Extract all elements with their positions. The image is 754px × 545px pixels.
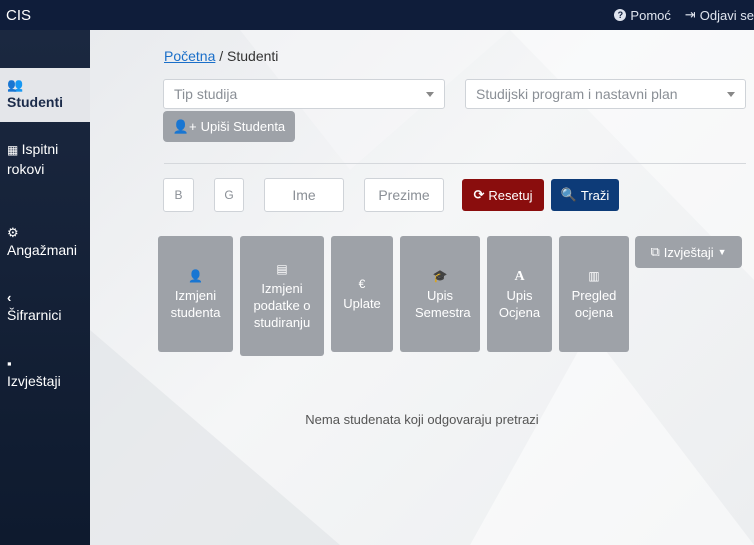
breadcrumb-separator: / <box>219 48 224 64</box>
main-content: Početna / Studenti Tip studija Studijski… <box>90 30 754 545</box>
program-select[interactable]: Studijski program i nastavni plan <box>465 79 746 109</box>
reset-button[interactable]: ⟳ Resetuj <box>462 179 544 211</box>
payments-label: Uplate <box>343 296 381 311</box>
user-icon: 👤 <box>188 268 203 283</box>
euro-icon: € <box>358 277 366 291</box>
copy-icon: ⧉ <box>650 244 660 259</box>
change-study-data-button[interactable]: ▤ Izmjeni podatke o studiranju <box>240 236 324 356</box>
app-brand: CIS <box>6 6 32 24</box>
sidebar-item-label: Angažmani <box>7 242 78 258</box>
logout-label: Odjavi se <box>699 7 754 23</box>
search-button[interactable]: 🔍 Traži <box>551 179 619 211</box>
sidebar-item-ispitni-rokovi[interactable]: ▦ Ispitni rokovi <box>0 140 88 179</box>
reset-label: Resetuj <box>488 187 533 203</box>
divider <box>164 163 746 164</box>
sidebar-item-label: Studenti <box>7 94 63 110</box>
reports-dropdown-button[interactable]: ⧉ Izvještaji ▼ <box>635 236 742 268</box>
payments-button[interactable]: € Uplate <box>331 236 393 352</box>
study-type-placeholder: Tip studija <box>174 86 238 102</box>
logout-link[interactable]: ⇥ Odjavi se <box>685 7 754 23</box>
font-icon: A <box>514 268 525 284</box>
reports-label: Izvještaji <box>663 244 714 260</box>
sidebar-item-label: Šifrarnici <box>7 307 62 323</box>
last-name-placeholder: Prezime <box>378 187 430 203</box>
last-name-input[interactable]: Prezime <box>364 178 444 212</box>
question-circle-icon: ? <box>614 9 627 21</box>
breadcrumb: Početna / Studenti <box>164 48 278 64</box>
chevron-down-icon <box>727 92 735 97</box>
breadcrumb-home-link[interactable]: Početna <box>164 48 215 64</box>
review-grades-button[interactable]: ▥ Pregled ocjena <box>559 236 629 352</box>
first-name-input[interactable]: Ime <box>264 178 344 212</box>
graduation-cap-icon: 🎓 <box>432 268 448 283</box>
review-grades-label: Pregled ocjena <box>571 287 617 320</box>
user-plus-icon: 👤+ <box>172 118 197 134</box>
breadcrumb-current: Studenti <box>227 48 279 64</box>
file-text-icon: ▥ <box>588 268 600 283</box>
caret-down-icon: ▼ <box>717 247 727 257</box>
sidebar-item-angazmani[interactable]: ⚙ Angažmani <box>0 225 90 260</box>
study-type-select[interactable]: Tip studija <box>163 79 445 109</box>
sidebar-item-studenti[interactable]: 👥 Studenti <box>0 68 104 122</box>
sign-out-icon: ⇥ <box>684 7 696 22</box>
search-label: Traži <box>580 187 610 203</box>
search-g-label: G <box>224 188 234 202</box>
top-bar: CIS ? Pomoć ⇥ Odjavi se <box>0 0 754 30</box>
search-b-label: B <box>174 188 183 202</box>
chevron-down-icon <box>426 92 434 97</box>
enter-grades-label: Upis Ocjena <box>498 287 541 320</box>
search-g-field[interactable]: G <box>214 178 244 212</box>
enroll-semester-label: Upis Semestra <box>415 287 471 320</box>
change-student-label: Izmjeni studenta <box>170 287 221 320</box>
search-b-field[interactable]: B <box>163 178 194 212</box>
id-card-icon: ▤ <box>276 262 288 276</box>
search-icon: 🔍 <box>560 187 577 202</box>
cogs-icon: ⚙ <box>7 225 19 240</box>
enter-grades-button[interactable]: A Upis Ocjena <box>487 236 552 352</box>
sidebar-item-sifrarnici[interactable]: ‹ Šifrarnici <box>0 290 104 325</box>
first-name-placeholder: Ime <box>292 187 316 203</box>
change-student-button[interactable]: 👤 Izmjeni studenta <box>158 236 233 352</box>
sidebar-item-izvjestaji[interactable]: ▪ Izvještaji <box>0 356 104 391</box>
empty-results-message: Nema studenata koji odgovaraju pretrazi <box>305 412 539 427</box>
calendar-icon: ▦ <box>7 143 22 157</box>
refresh-icon: ⟳ <box>473 187 485 202</box>
enroll-student-button[interactable]: 👤+ Upiši Studenta <box>163 111 295 142</box>
help-link[interactable]: ? Pomoć <box>614 7 671 23</box>
sidebar-item-label: ▦ Ispitni rokovi <box>7 141 59 177</box>
sidebar-item-label: Izvještaji <box>7 373 61 389</box>
change-study-data-label: Izmjeni podatke o studiranju <box>253 281 311 330</box>
enroll-student-label: Upiši Studenta <box>200 119 286 134</box>
help-label: Pomoć <box>630 7 671 23</box>
enroll-semester-button[interactable]: 🎓 Upis Semestra <box>400 236 480 352</box>
program-placeholder: Studijski program i nastavni plan <box>476 86 678 102</box>
